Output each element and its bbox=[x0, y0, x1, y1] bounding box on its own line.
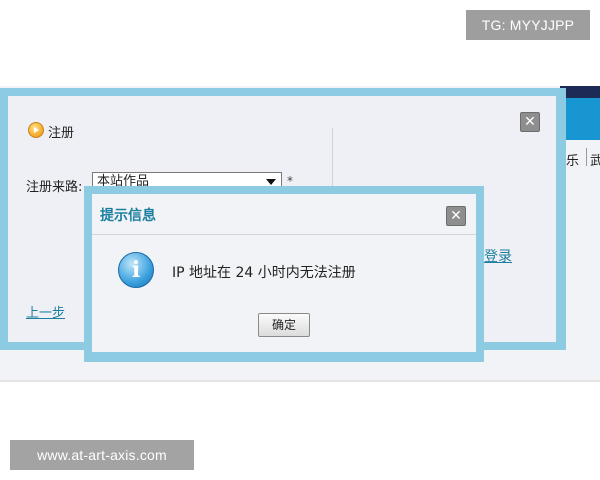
register-column-divider bbox=[332, 128, 333, 188]
register-close-button[interactable]: ✕ bbox=[520, 112, 540, 132]
register-dialog-title: 注册 bbox=[48, 126, 75, 141]
close-icon: ✕ bbox=[524, 114, 536, 130]
alert-header-divider bbox=[92, 234, 476, 235]
page-divider bbox=[0, 380, 600, 382]
nav-separator bbox=[586, 148, 587, 166]
register-icon bbox=[28, 122, 44, 138]
header-bar bbox=[560, 86, 600, 98]
prev-step-link[interactable]: 上一步 bbox=[26, 302, 65, 321]
nav-item[interactable]: 武 bbox=[590, 150, 600, 169]
header-banner bbox=[560, 98, 600, 140]
login-link[interactable]: 登录 bbox=[484, 246, 512, 266]
info-icon: i bbox=[118, 252, 154, 288]
watermark-bottom: www.at-art-axis.com bbox=[10, 440, 194, 470]
watermark-top: TG: MYYJJPP bbox=[466, 10, 590, 40]
source-label: 注册来路: bbox=[26, 180, 83, 195]
ok-button[interactable]: 确定 bbox=[258, 313, 310, 337]
alert-dialog-title: 提示信息 bbox=[100, 208, 156, 224]
close-icon: ✕ bbox=[450, 208, 462, 224]
alert-message: IP 地址在 24 小时内无法注册 bbox=[172, 265, 356, 281]
chevron-down-icon[interactable] bbox=[266, 179, 276, 185]
nav-item[interactable]: 乐 bbox=[566, 150, 579, 169]
alert-close-button[interactable]: ✕ bbox=[446, 206, 466, 226]
